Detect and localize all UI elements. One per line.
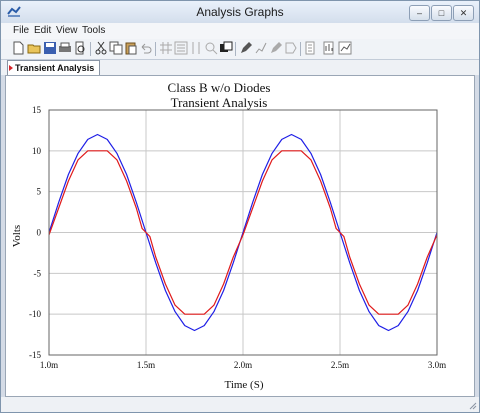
y-axis-label: Volts bbox=[11, 225, 23, 247]
window-title: Analysis Graphs bbox=[196, 5, 284, 19]
print-preview-icon[interactable] bbox=[73, 41, 87, 55]
title-bar[interactable]: Analysis Graphs – □ ✕ bbox=[1, 1, 479, 23]
copy-icon[interactable] bbox=[109, 41, 123, 55]
pen-icon[interactable] bbox=[239, 41, 253, 55]
x-tick-label: 1.0m bbox=[40, 360, 58, 370]
menu-file[interactable]: File bbox=[13, 25, 29, 36]
x-axis-label: Time (S) bbox=[224, 379, 263, 391]
y-tick-label: 10 bbox=[32, 146, 42, 156]
open-icon[interactable] bbox=[27, 41, 41, 55]
toolbar-separator bbox=[90, 42, 91, 56]
toolbar-separator bbox=[235, 42, 236, 56]
tab-row: Transient Analysis bbox=[1, 60, 479, 76]
new-icon[interactable] bbox=[11, 41, 25, 55]
tick-labels: 1.0m 1.5m 2.0m 2.5m 3.0m 15 10 5 0 -5 -10 -15 bbox=[29, 105, 446, 370]
print-icon[interactable] bbox=[58, 41, 72, 55]
cursors-icon[interactable] bbox=[189, 41, 203, 55]
tab-label: Transient Analysis bbox=[15, 63, 95, 73]
tab-transient-analysis[interactable]: Transient Analysis bbox=[7, 60, 100, 76]
trace-icon[interactable] bbox=[254, 41, 268, 55]
analysis-graphs-window: Analysis Graphs – □ ✕ File Edit View Too… bbox=[0, 0, 480, 413]
toolbar-separator bbox=[300, 42, 301, 56]
x-tick-label: 2.5m bbox=[331, 360, 349, 370]
y-tick-label: -5 bbox=[34, 268, 42, 278]
chart-title: Class B w/o Diodes bbox=[168, 80, 271, 95]
chart-subtitle: Transient Analysis bbox=[171, 95, 268, 110]
x-tick-label: 1.5m bbox=[137, 360, 155, 370]
status-bar bbox=[1, 397, 479, 412]
maximize-icon[interactable]: □ bbox=[431, 5, 452, 21]
y-tick-label: 5 bbox=[37, 187, 42, 197]
close-icon[interactable]: ✕ bbox=[453, 5, 474, 21]
resize-grip-icon[interactable] bbox=[467, 400, 477, 410]
zoom-icon[interactable] bbox=[204, 41, 218, 55]
graph-panel[interactable]: Class B w/o Diodes Transient Analysis Ti… bbox=[5, 75, 475, 397]
export-icon[interactable] bbox=[323, 41, 337, 55]
cut-icon[interactable] bbox=[94, 41, 108, 55]
toolbar-separator bbox=[155, 42, 156, 56]
export-chart-icon[interactable] bbox=[338, 41, 352, 55]
grid-icon[interactable] bbox=[159, 41, 173, 55]
menu-edit[interactable]: Edit bbox=[34, 25, 51, 36]
label-icon[interactable] bbox=[284, 41, 298, 55]
active-tab-marker-icon bbox=[9, 65, 13, 71]
menu-tools[interactable]: Tools bbox=[82, 25, 105, 36]
x-tick-label: 3.0m bbox=[428, 360, 446, 370]
undo-icon[interactable] bbox=[139, 41, 153, 55]
y-tick-label: 15 bbox=[32, 105, 42, 115]
x-tick-label: 2.0m bbox=[234, 360, 252, 370]
toolbar bbox=[1, 39, 479, 60]
minimize-icon[interactable]: – bbox=[409, 5, 430, 21]
y-tick-label: -10 bbox=[29, 309, 41, 319]
y-tick-label: -15 bbox=[29, 350, 41, 360]
transient-chart: Class B w/o Diodes Transient Analysis Ti… bbox=[11, 80, 446, 391]
marker-icon[interactable] bbox=[269, 41, 283, 55]
overlay-icon[interactable] bbox=[219, 41, 233, 55]
paste-icon[interactable] bbox=[124, 41, 138, 55]
legend-icon[interactable] bbox=[174, 41, 188, 55]
menu-bar: File Edit View Tools bbox=[1, 23, 479, 39]
y-tick-label: 0 bbox=[37, 228, 42, 238]
save-icon[interactable] bbox=[43, 41, 57, 55]
menu-view[interactable]: View bbox=[56, 25, 78, 36]
properties-icon[interactable] bbox=[304, 41, 318, 55]
